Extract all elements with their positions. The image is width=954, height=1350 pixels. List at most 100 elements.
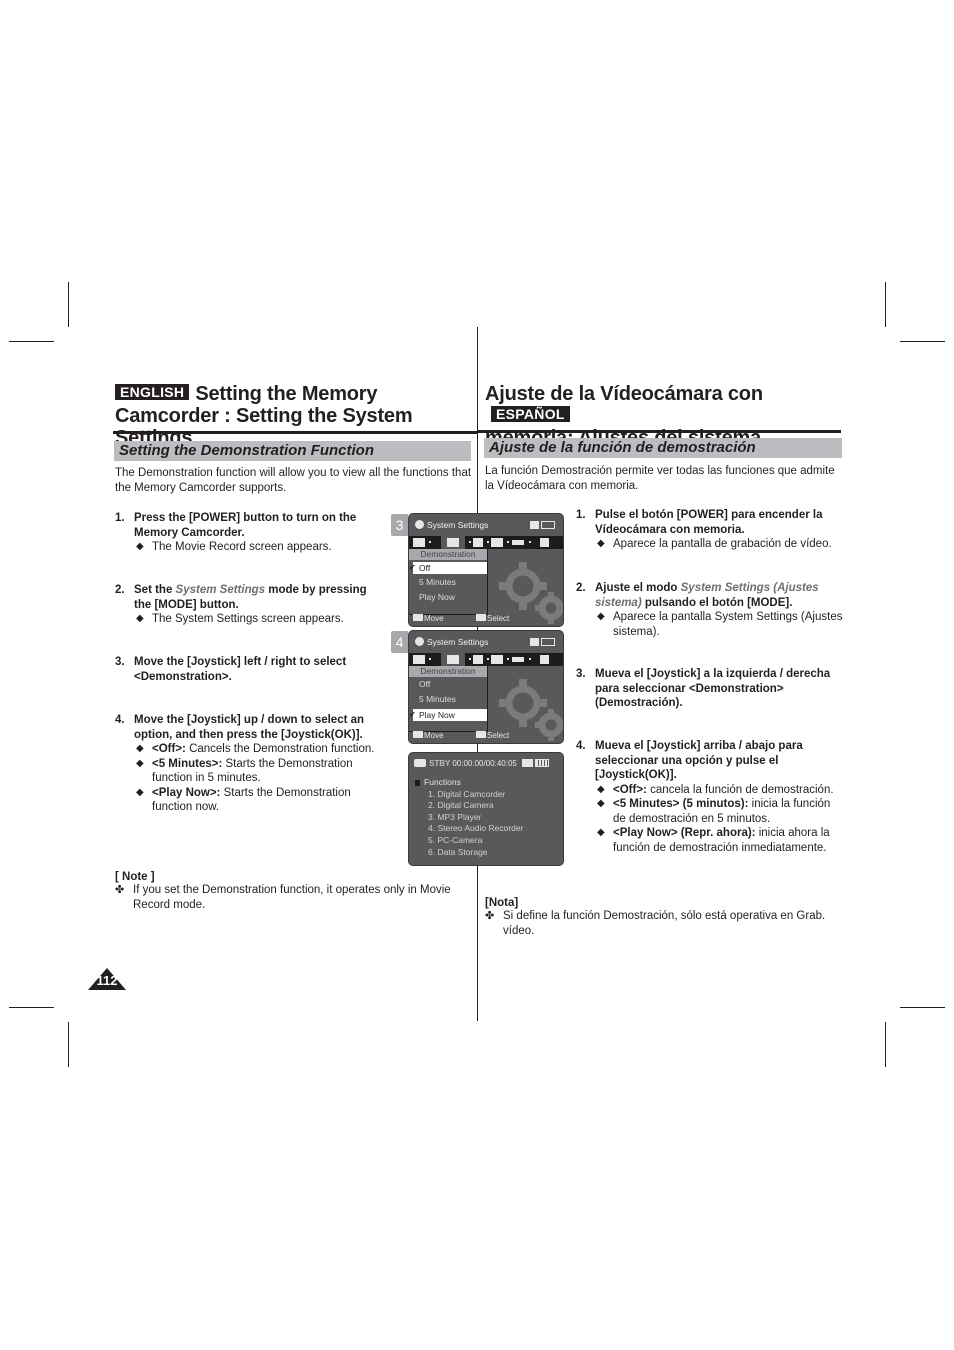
- crop-mark: [885, 282, 886, 327]
- menu-option-play-now[interactable]: Play Now: [409, 590, 487, 605]
- english-language-badge: ENGLISH: [115, 384, 190, 400]
- diamond-bullet-icon: ◆: [597, 827, 605, 838]
- settings-gear-icon: [415, 520, 424, 529]
- battery-icon: [541, 521, 555, 529]
- english-note: [ Note ] ✤ If you set the Demonstration f…: [115, 871, 451, 911]
- menu-option-off[interactable]: ✔ Off: [409, 562, 487, 574]
- settings-tab-row: [409, 536, 563, 549]
- crop-mark: [68, 282, 69, 327]
- crop-mark: [9, 1007, 54, 1008]
- diamond-bullet-icon: ◆: [597, 798, 605, 809]
- english-intro: The Demonstration function will allow yo…: [115, 467, 472, 494]
- crop-mark: [68, 1022, 69, 1067]
- memory-icon: [530, 638, 539, 646]
- lcd-screen-step3: System Settings Demonstration ✔ Off 5 Min…: [408, 513, 564, 627]
- lcd-screen-functions: STBY 00:00:00/00:40:05 Functions 1. Digit…: [408, 752, 564, 866]
- memory-battery-indicator: [530, 638, 555, 648]
- demonstration-tab-icon: [447, 538, 459, 547]
- espanol-step-2: 2. Ajuste el modo System Settings (Ajust…: [576, 581, 846, 639]
- diamond-bullet-icon: ◆: [136, 613, 144, 624]
- espanol-step-4: 4. Mueva el [Joystick] arriba / abajo pa…: [576, 739, 846, 855]
- bullet-item: ◆ <Off>: cancela la función de demostraci…: [597, 783, 834, 796]
- bullet-item: ◆ <Off>: Cancels the Demonstration functi…: [136, 743, 375, 755]
- diamond-bullet-icon: ◆: [597, 538, 605, 549]
- menu-option-5-minutes[interactable]: 5 Minutes: [409, 692, 487, 707]
- function-item[interactable]: 3. MP3 Player: [415, 812, 523, 824]
- crop-mark: [900, 341, 945, 342]
- functions-marker-icon: [415, 780, 420, 786]
- tab-icon: [540, 655, 549, 664]
- settings-gear-icon: [415, 637, 424, 646]
- diamond-bullet-icon: ◆: [136, 786, 144, 798]
- check-icon: ✔: [409, 563, 416, 572]
- espanol-title-line1: Ajuste de la Vídeocámara con: [485, 383, 763, 405]
- tab-icon: [540, 538, 549, 547]
- demonstration-menu: Demonstration ✔ Off 5 Minutes Play Now: [409, 549, 488, 615]
- screen-footer: Move Select: [413, 614, 563, 623]
- battery-icon: [541, 638, 555, 646]
- tab-icon: [473, 538, 483, 547]
- usb-icon: [512, 540, 524, 545]
- joystick-move-icon: [413, 731, 423, 738]
- battery-icon: [535, 759, 550, 767]
- bullet-item: ◆ Aparece la pantalla de grabación de víd…: [597, 538, 832, 550]
- function-item[interactable]: 4. Stereo Audio Recorder: [415, 823, 523, 835]
- espanol-step-3: 3. Mueva el [Joystick] a la izquierda / …: [576, 668, 831, 709]
- espanol-language-badge: ESPAÑOL: [491, 406, 570, 422]
- bullet-item: ◆ <5 Minutes>: Starts the Demonstration f…: [136, 757, 353, 785]
- check-icon: ✔: [409, 710, 416, 719]
- diamond-bullet-icon: ◆: [136, 541, 144, 552]
- english-title-line1: Setting the Memory: [195, 383, 378, 405]
- function-item[interactable]: 1. Digital Camcorder: [415, 789, 523, 801]
- english-step-1: 1. Press the [POWER] button to turn on t…: [115, 511, 375, 555]
- crop-mark: [900, 1007, 945, 1008]
- memory-battery-indicator: [530, 521, 555, 531]
- espanol-title-rule: [478, 430, 841, 433]
- menu-option-play-now[interactable]: ✔ Play Now: [409, 709, 487, 721]
- step-tag-4: 4: [391, 631, 408, 653]
- function-item[interactable]: 2. Digital Camera: [415, 800, 523, 812]
- bullet-item: ◆ <Play Now> (Repr. ahora): inicia ahora …: [597, 827, 830, 854]
- diamond-bullet-icon: ◆: [597, 783, 605, 795]
- functions-list: Functions 1. Digital Camcorder 2. Digita…: [415, 777, 523, 858]
- english-step-4: 4. Move the [Joystick] up / down to sele…: [115, 713, 377, 815]
- screen-status-bar: STBY 00:00:00/00:40:05: [414, 759, 550, 768]
- english-title: ENGLISH Setting the Memory Camcorder : Se…: [115, 383, 475, 449]
- lcd-screen-step4: System Settings Demonstration Off 5 Minu…: [408, 630, 564, 744]
- tab-icon: [491, 538, 503, 547]
- english-section-heading: Setting the Demonstration Function: [114, 441, 471, 461]
- step-tag-3: 3: [391, 514, 408, 536]
- note-cross-icon: ✤: [485, 910, 495, 922]
- demonstration-tab-icon: [447, 655, 459, 664]
- memory-icon: [530, 521, 539, 529]
- note-cross-icon: ✤: [115, 884, 125, 896]
- ok-key-icon: [476, 614, 487, 621]
- tab-icon: [413, 538, 425, 547]
- crop-mark: [885, 1022, 886, 1067]
- joystick-move-icon: [413, 614, 423, 621]
- menu-option-off[interactable]: Off: [409, 677, 487, 692]
- tab-icon: [473, 655, 483, 664]
- camcorder-icon: [414, 759, 426, 767]
- english-step-2: 2. Set the System Settings mode by press…: [115, 583, 375, 627]
- espanol-intro: La función Demostración permite ver toda…: [485, 465, 835, 492]
- diamond-bullet-icon: ◆: [136, 743, 144, 754]
- tab-icon: [491, 655, 503, 664]
- page-number-badge: 112: [88, 968, 126, 990]
- demonstration-menu: Demonstration Off 5 Minutes ✔ Play Now: [409, 666, 488, 732]
- tab-icon: [413, 655, 425, 664]
- crop-mark: [9, 341, 54, 342]
- menu-option-5-minutes[interactable]: 5 Minutes: [409, 575, 487, 590]
- english-title-rule: [113, 431, 477, 434]
- screen-footer: Move Select: [413, 731, 563, 740]
- bullet-item: ◆ <5 Minutes> (5 minutos): inicia la func…: [597, 798, 831, 825]
- diamond-bullet-icon: ◆: [136, 757, 144, 769]
- english-step-3: 3. Move the [Joystick] left / right to s…: [115, 656, 347, 683]
- function-item[interactable]: 5. PC-Camera: [415, 835, 523, 847]
- function-item[interactable]: 6. Data Storage: [415, 847, 523, 859]
- diamond-bullet-icon: ◆: [597, 611, 605, 622]
- ok-key-icon: [476, 731, 487, 738]
- settings-tab-row: [409, 653, 563, 666]
- memory-icon: [522, 759, 534, 767]
- espanol-note: [Nota] ✤ Si define la función Demostració…: [485, 897, 826, 937]
